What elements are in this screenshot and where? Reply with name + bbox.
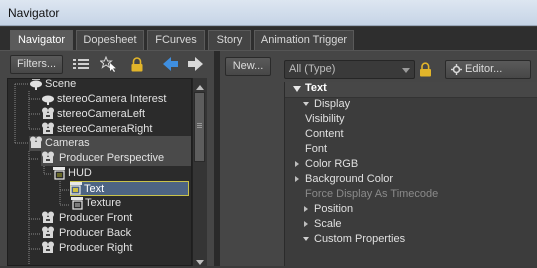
tree-item-label: Texture bbox=[85, 197, 122, 209]
prop-color-rgb[interactable]: Color RGB bbox=[285, 157, 537, 172]
window-title: Navigator bbox=[0, 0, 537, 26]
scroll-thumb[interactable] bbox=[194, 92, 205, 162]
camera-icon bbox=[42, 107, 54, 119]
tab-dopesheet[interactable]: Dopesheet bbox=[76, 30, 144, 50]
tab-bar: Navigator Dopesheet FCurves Story Animat… bbox=[0, 27, 537, 51]
tree-item-label: Text bbox=[84, 183, 105, 195]
prop-force-display-as-timecode: Force Display As Timecode bbox=[305, 188, 439, 200]
tree-item-scene[interactable]: Scene bbox=[29, 78, 191, 92]
left-toolbar: Filters... bbox=[0, 51, 214, 77]
lock-icon[interactable] bbox=[127, 55, 147, 73]
collapsed-triangle-icon bbox=[295, 176, 299, 182]
chevron-down-icon bbox=[402, 68, 410, 73]
list-icon[interactable] bbox=[71, 55, 91, 73]
tree-item-label: HUD bbox=[68, 167, 92, 179]
properties-header-label: Text bbox=[305, 82, 327, 94]
prop-group-display[interactable]: Display bbox=[285, 97, 537, 112]
tree-item-label: Scene bbox=[45, 78, 77, 90]
properties-header[interactable]: Text bbox=[285, 82, 537, 98]
tree-item-label: stereoCameraLeft bbox=[57, 108, 146, 120]
tree-scrollbar[interactable] bbox=[192, 78, 207, 266]
prop-scale[interactable]: Scale bbox=[285, 217, 537, 232]
filters-button[interactable]: Filters... bbox=[10, 55, 63, 74]
prop-background-color[interactable]: Background Color bbox=[285, 172, 537, 187]
tree-item-label: Producer Back bbox=[59, 227, 132, 239]
scene-tree: Scene stereoCamera Interest stereoCamera… bbox=[7, 78, 192, 266]
tree-item-producer-back[interactable]: Producer Back bbox=[41, 226, 191, 241]
tab-animation-trigger[interactable]: Animation Trigger bbox=[254, 30, 354, 50]
tree-item-label: Producer Front bbox=[59, 212, 133, 224]
forward-arrow-icon[interactable] bbox=[185, 55, 205, 73]
navigator-content: Filters... Scene stereoCamera Interest s… bbox=[0, 51, 537, 266]
prop-label: Background Color bbox=[305, 173, 394, 185]
hud-texture-icon bbox=[71, 197, 83, 210]
tree-item-producer-perspective[interactable]: Producer Perspective bbox=[41, 151, 191, 166]
prop-visibility[interactable]: Visibility bbox=[305, 112, 535, 127]
tree-item-producer-right[interactable]: Producer Right bbox=[41, 241, 191, 256]
expand-triangle-icon bbox=[303, 102, 309, 106]
tree-item-texture[interactable]: Texture bbox=[70, 196, 191, 211]
tree-item-label: stereoCamera Interest bbox=[57, 93, 167, 105]
tab-story[interactable]: Story bbox=[208, 30, 251, 50]
tree-item-label: Producer Perspective bbox=[59, 152, 165, 164]
hud-icon bbox=[53, 167, 65, 180]
tree-item-label: Cameras bbox=[45, 137, 90, 149]
prop-content[interactable]: Content bbox=[305, 127, 535, 142]
prop-label: Position bbox=[314, 203, 354, 215]
prop-group-label: Display bbox=[314, 98, 351, 110]
collapsed-triangle-icon bbox=[295, 161, 299, 167]
panel-splitter[interactable] bbox=[214, 51, 220, 266]
tree-item-stereocameraleft[interactable]: stereoCameraLeft bbox=[41, 107, 191, 122]
tree-item-label: Producer Right bbox=[59, 242, 133, 254]
tree-item-hud[interactable]: HUD bbox=[52, 166, 191, 181]
interest-icon bbox=[42, 95, 54, 105]
collapsed-triangle-icon bbox=[304, 221, 308, 227]
expand-triangle-icon bbox=[303, 237, 309, 241]
type-filter-value: All (Type) bbox=[289, 63, 336, 75]
camera-icon bbox=[42, 226, 54, 238]
lock-icon[interactable] bbox=[419, 62, 432, 80]
scroll-down-icon[interactable] bbox=[196, 256, 204, 268]
tab-navigator[interactable]: Navigator bbox=[10, 30, 73, 50]
gear-icon bbox=[451, 64, 462, 75]
camera-icon bbox=[42, 211, 54, 223]
back-arrow-icon[interactable] bbox=[161, 55, 181, 73]
tree-item-label: stereoCameraRight bbox=[57, 123, 153, 135]
collapsed-triangle-icon bbox=[304, 206, 308, 212]
prop-label: Color RGB bbox=[305, 158, 359, 170]
tree-item-cameras[interactable]: Cameras bbox=[29, 136, 191, 151]
editor-label: Editor... bbox=[465, 63, 503, 75]
prop-position[interactable]: Position bbox=[285, 202, 537, 217]
tree-item-producer-front[interactable]: Producer Front bbox=[41, 211, 191, 226]
editor-button[interactable]: Editor... bbox=[445, 60, 531, 79]
type-filter-select[interactable]: All (Type) bbox=[284, 60, 415, 79]
tree-item-stereocamera-interest[interactable]: stereoCamera Interest bbox=[41, 92, 191, 107]
camera-icon bbox=[42, 241, 54, 253]
star-select-icon[interactable] bbox=[99, 55, 119, 73]
tab-fcurves[interactable]: FCurves bbox=[147, 30, 205, 50]
prop-font[interactable]: Font bbox=[305, 142, 535, 157]
prop-custom-properties[interactable]: Custom Properties bbox=[285, 232, 537, 247]
camera-icon bbox=[42, 122, 54, 134]
tree-item-stereocameraright[interactable]: stereoCameraRight bbox=[41, 122, 191, 137]
scene-icon bbox=[30, 79, 42, 90]
prop-label: Scale bbox=[314, 218, 342, 230]
hud-text-icon bbox=[70, 182, 82, 195]
properties-panel: Text Display Visibility Content Font Col… bbox=[284, 82, 537, 266]
prop-label: Custom Properties bbox=[314, 233, 406, 245]
camera-folder-icon bbox=[30, 136, 42, 148]
camera-icon bbox=[42, 151, 54, 163]
tree-item-text[interactable]: Text bbox=[70, 181, 189, 196]
expand-triangle-icon bbox=[293, 86, 301, 92]
new-button[interactable]: New... bbox=[225, 57, 271, 76]
